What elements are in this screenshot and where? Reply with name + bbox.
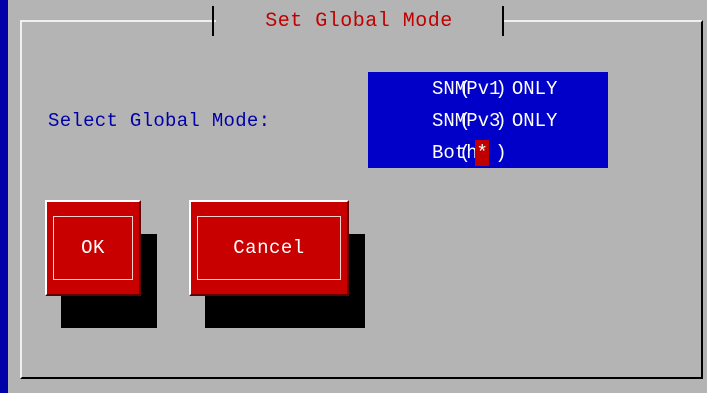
title-divider-right (502, 6, 504, 36)
cancel-button[interactable]: Cancel (189, 200, 349, 296)
radio-mark-selected: * (475, 140, 490, 166)
radio-mark (475, 76, 489, 102)
ok-button[interactable]: OK (45, 200, 141, 296)
radio-mark (475, 108, 489, 134)
dialog-title: Set Global Mode (265, 9, 453, 33)
cancel-button-label: Cancel (233, 237, 305, 259)
ok-button-label: OK (81, 237, 105, 259)
mode-radio-list: ( ) SNMPv1 ONLY ( ) SNMPv3 ONLY (*) Both (368, 72, 608, 168)
set-global-mode-dialog: Set Global Mode Select Global Mode: ( ) … (8, 0, 707, 393)
radio-button[interactable]: (*) (368, 108, 507, 198)
select-mode-label: Select Global Mode: (48, 110, 271, 132)
dialog-title-box: Set Global Mode (216, 6, 502, 36)
mode-option-both[interactable]: (*) Both (368, 138, 507, 168)
title-divider-left (212, 6, 214, 36)
